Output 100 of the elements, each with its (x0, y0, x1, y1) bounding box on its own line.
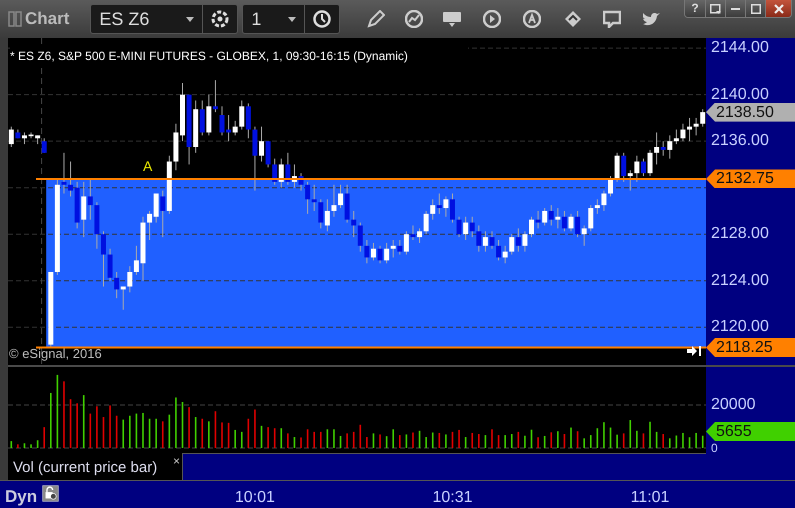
candlestick (548, 204, 554, 226)
candlestick (588, 204, 594, 232)
candlestick (634, 155, 640, 182)
candlestick (700, 108, 706, 128)
grip-icon (8, 11, 22, 27)
candlestick (436, 193, 442, 214)
price-marker: 2118.25 (706, 338, 795, 358)
close-icon (774, 4, 784, 14)
candlestick (680, 123, 686, 142)
candlestick (660, 140, 666, 156)
caret-icon (186, 16, 194, 22)
candlestick (100, 230, 106, 288)
candlestick (443, 196, 448, 218)
lock-clock-icon[interactable] (42, 485, 59, 502)
axis-label: 2128.00 (711, 225, 769, 244)
candlestick (358, 222, 363, 252)
candlestick (351, 210, 356, 238)
candlestick (482, 230, 488, 252)
candlestick (502, 245, 508, 264)
candlestick (305, 181, 310, 214)
axis-label: 20000 (711, 396, 756, 414)
help-button[interactable]: ? (685, 0, 705, 17)
gear-icon (211, 10, 230, 28)
candlestick (621, 152, 626, 182)
bird-icon[interactable] (643, 10, 662, 28)
maximize-icon (750, 4, 760, 14)
candlestick (232, 120, 238, 136)
candlestick (516, 228, 521, 252)
candlestick (456, 216, 462, 238)
candlestick (614, 152, 620, 182)
dock-button[interactable] (705, 0, 725, 17)
candlestick (687, 117, 692, 142)
time-label: 11:01 (630, 488, 670, 508)
comment-icon[interactable] (603, 10, 622, 28)
candlestick (88, 178, 93, 220)
candlestick (378, 245, 383, 264)
candlestick (266, 140, 271, 168)
candlestick (476, 224, 482, 252)
candlestick (654, 132, 660, 165)
candlestick (496, 240, 502, 261)
close-button[interactable] (765, 0, 791, 17)
candlestick (694, 117, 699, 136)
candlestick (430, 198, 436, 220)
axis-label: 2120.00 (711, 318, 769, 336)
candlestick (568, 213, 574, 232)
candlestick (601, 190, 606, 212)
axis-label: 2124.00 (711, 272, 769, 290)
candlestick (61, 152, 66, 194)
candlestick (259, 126, 264, 162)
candlestick (108, 248, 113, 282)
price-marker: 2138.50 (706, 102, 795, 122)
candlestick (338, 184, 344, 209)
candlestick (522, 230, 528, 252)
candlestick (404, 230, 409, 256)
axis-label: 2144.00 (711, 39, 769, 58)
candlestick (542, 208, 548, 226)
candlestick (410, 224, 416, 241)
candlestick (370, 242, 376, 261)
candlestick (582, 224, 587, 246)
candlestick (463, 216, 468, 241)
copyright-text: © eSignal, 2016 (9, 344, 102, 363)
candlestick (364, 240, 370, 264)
candlestick (246, 102, 251, 139)
candlestick (536, 210, 541, 229)
candlestick (450, 193, 455, 224)
time-mode-label[interactable]: Dyn (5, 484, 38, 508)
minimize-button[interactable] (725, 0, 745, 17)
window-title: Chart (25, 8, 70, 30)
dock-icon (710, 4, 721, 14)
close-study-button[interactable]: × (172, 452, 180, 470)
candlestick (640, 158, 646, 177)
chart-header: * ES Z6, S&P 500 E-MINI FUTURES - GLOBEX, 1, 09:30-16:15 (Dynamic) (10, 47, 468, 65)
scroll-end-icon (687, 346, 701, 356)
volume-marker: 5655 (706, 422, 795, 441)
study-label: Vol (current price bar) (13, 459, 158, 476)
axis-label: 2136.00 (711, 132, 769, 150)
candlestick (489, 230, 494, 250)
candlestick (42, 138, 47, 154)
candlestick (331, 184, 336, 218)
candlestick (324, 198, 330, 232)
candlestick (81, 181, 86, 238)
candlestick (239, 100, 244, 130)
candlestick (384, 242, 390, 264)
candlestick (575, 210, 580, 238)
annotation-label: A (143, 158, 152, 174)
price-marker: 2132.75 (706, 169, 795, 188)
candlestick (562, 210, 567, 232)
minimize-icon (731, 8, 740, 10)
maximize-button[interactable] (745, 0, 765, 17)
pencil-icon[interactable] (367, 10, 386, 28)
candlestick (397, 240, 402, 256)
candlestick (8, 126, 14, 148)
candlestick (127, 266, 132, 293)
candlestick (608, 176, 614, 197)
chart-refresh-icon[interactable] (405, 10, 424, 28)
axis-label: 0 (711, 442, 718, 454)
play-icon[interactable] (483, 10, 502, 28)
candlestick (648, 149, 653, 177)
candlestick (470, 216, 475, 238)
candlestick (200, 100, 205, 136)
